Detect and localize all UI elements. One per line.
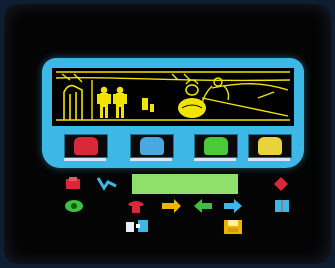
swap-icon[interactable] (192, 198, 214, 218)
status-bar (132, 174, 238, 194)
book-icon[interactable] (274, 198, 290, 217)
red-face-icon (74, 137, 98, 155)
telephone-icon[interactable] (126, 198, 146, 218)
back-arrow-icon[interactable] (222, 198, 244, 218)
game-screen (4, 4, 331, 264)
man-icon[interactable] (113, 86, 127, 118)
slot-sill (248, 158, 290, 161)
give-icon[interactable] (160, 198, 182, 218)
inventory-slot[interactable] (248, 134, 292, 158)
blue-face-icon (140, 137, 164, 155)
pick-up-icon[interactable] (64, 176, 82, 195)
scene-view[interactable] (52, 68, 294, 126)
diamond-icon[interactable] (274, 176, 288, 195)
doorway-icon[interactable] (63, 84, 83, 120)
man-icon[interactable] (97, 86, 111, 118)
inventory-slot[interactable] (64, 134, 108, 158)
scene-frame (42, 58, 304, 168)
sphere-icon[interactable] (178, 79, 206, 118)
inventory-slot[interactable] (194, 134, 238, 158)
disk-icon[interactable] (222, 218, 244, 240)
guard-icon[interactable] (142, 98, 154, 112)
scene-drawing (55, 71, 291, 121)
slot-sill (130, 158, 172, 161)
yellow-face-icon (258, 137, 282, 155)
slot-sill (64, 158, 106, 161)
green-face-icon (204, 137, 228, 155)
slot-sill (194, 158, 236, 161)
hands-icon[interactable] (124, 218, 150, 238)
eye-icon[interactable] (64, 198, 84, 217)
inventory-slot[interactable] (130, 134, 174, 158)
walk-icon[interactable] (96, 174, 118, 196)
